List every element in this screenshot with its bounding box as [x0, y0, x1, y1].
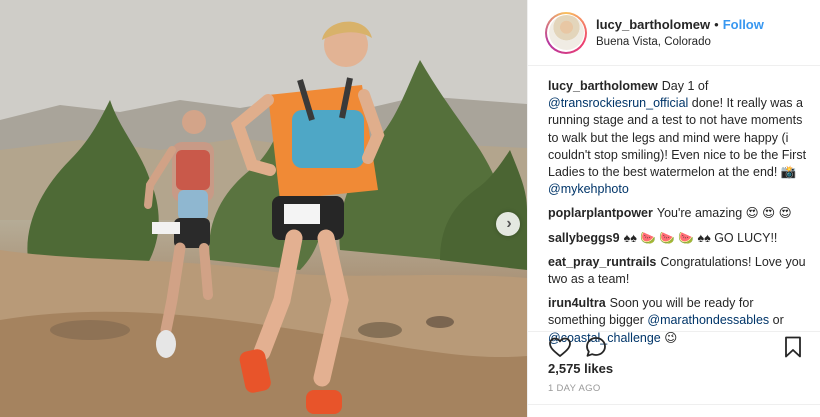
comment-username[interactable]: irun4ultra: [548, 296, 606, 310]
post-header: lucy_bartholomew • Follow Buena Vista, C…: [528, 0, 820, 66]
location-link[interactable]: Buena Vista, Colorado: [596, 36, 764, 48]
header-text: lucy_bartholomew • Follow Buena Vista, C…: [596, 17, 764, 48]
comment-text: You're amazing 😍 😍 😍: [656, 206, 792, 221]
photo-illustration: [0, 0, 527, 417]
next-photo-button[interactable]: ›: [496, 212, 520, 236]
header-separator: •: [714, 17, 719, 32]
comment-username[interactable]: eat_pray_runtrails: [548, 255, 656, 269]
bookmark-icon[interactable]: [782, 335, 804, 359]
comment-icon[interactable]: [584, 335, 608, 359]
caption: lucy_bartholomew Day 1 of @transrockiesru…: [548, 78, 810, 198]
comment-item: poplarplantpower You're amazing 😍 😍 😍: [548, 205, 810, 222]
avatar[interactable]: [545, 11, 587, 54]
header-line: lucy_bartholomew • Follow: [596, 17, 764, 32]
divider: [528, 404, 820, 405]
comments-list: lucy_bartholomew Day 1 of @transrockiesru…: [548, 78, 810, 354]
comment-text: ♠♠ 🍉 🍉 🍉 ♠♠ GO LUCY!!: [623, 230, 778, 245]
comment-item: sallybeggs9 ♠♠ 🍉 🍉 🍉 ♠♠ GO LUCY!!: [548, 230, 810, 247]
comment-mention-1[interactable]: @marathondessables: [647, 313, 769, 327]
caption-username[interactable]: lucy_bartholomew: [548, 79, 658, 93]
heart-icon[interactable]: [548, 335, 572, 359]
follow-button[interactable]: Follow: [723, 17, 764, 32]
avatar-image: [548, 15, 584, 50]
comment-text-2: or: [769, 313, 784, 328]
post-timestamp[interactable]: 1 DAY AGO: [548, 383, 601, 394]
header-username[interactable]: lucy_bartholomew: [596, 17, 710, 32]
comment-username[interactable]: sallybeggs9: [548, 231, 620, 245]
likes-count[interactable]: 2,575 likes: [548, 361, 613, 376]
caption-text-1: Day 1 of: [661, 79, 709, 93]
post-sidebar: lucy_bartholomew • Follow Buena Vista, C…: [527, 0, 820, 417]
comment-item: eat_pray_runtrails Congratulations! Love …: [548, 254, 810, 288]
chevron-right-icon: ›: [506, 215, 512, 232]
comment-username[interactable]: poplarplantpower: [548, 206, 653, 220]
avatar-ring: [547, 13, 585, 52]
post-photo[interactable]: ›: [0, 0, 527, 417]
caption-mention-1[interactable]: @transrockiesrun_official: [548, 96, 688, 110]
caption-mention-2[interactable]: @mykehphoto: [548, 182, 629, 196]
